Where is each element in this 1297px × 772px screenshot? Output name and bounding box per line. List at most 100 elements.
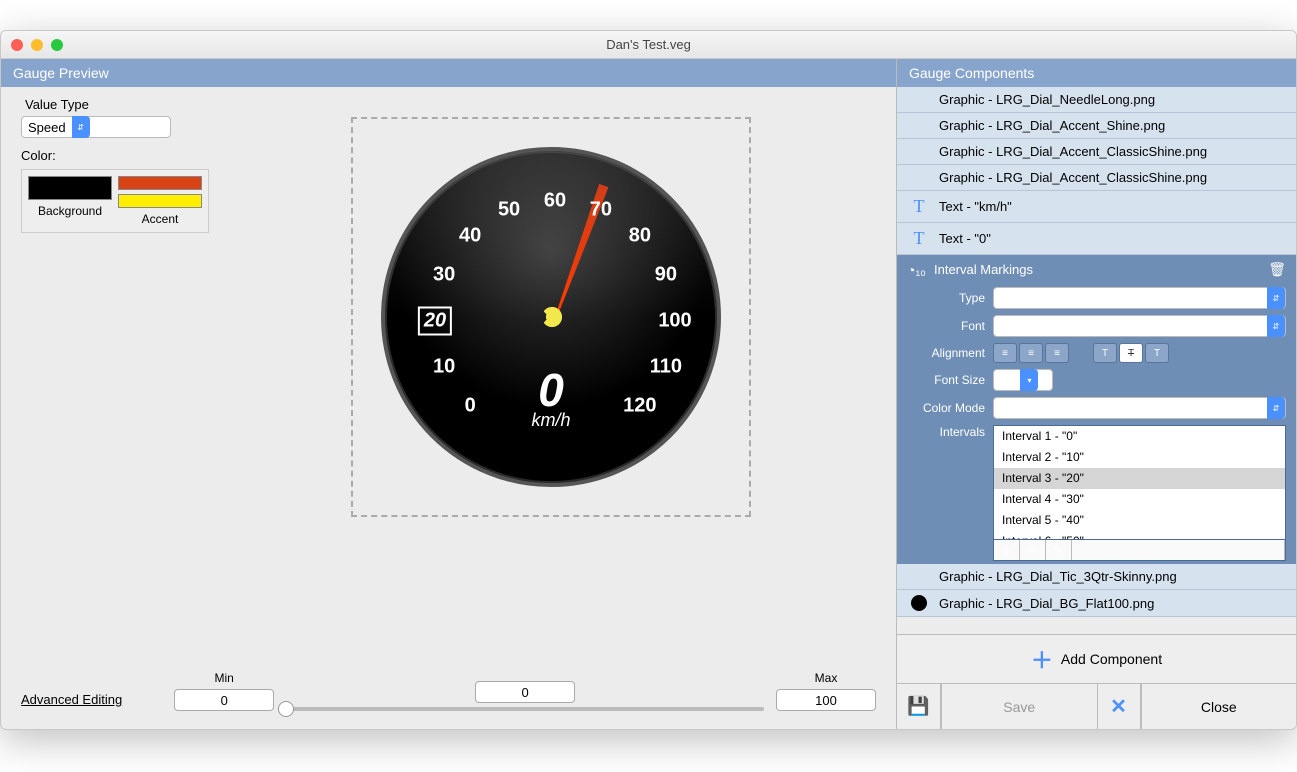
color-mode-select[interactable]: Auto-Foreground⇵ — [993, 397, 1286, 419]
component-label: Graphic - LRG_Dial_Tic_3Qtr-Skinny.png — [939, 569, 1177, 584]
close-button[interactable]: Close — [1141, 684, 1297, 729]
component-label: Graphic - LRG_Dial_Accent_Shine.png — [939, 118, 1165, 133]
components-header: Gauge Components — [897, 59, 1296, 87]
max-input[interactable] — [776, 689, 876, 711]
graphic-icon — [911, 595, 927, 611]
gauge-tick-label: 10 — [433, 355, 455, 378]
font-label: Font — [907, 319, 985, 333]
component-row[interactable]: Graphic - LRG_Dial_Accent_Shine.png — [897, 113, 1296, 139]
remove-interval-button[interactable]: － — [1020, 540, 1046, 560]
text-icon: T — [914, 228, 925, 249]
align-top-button[interactable]: T — [1093, 343, 1117, 363]
component-row[interactable]: Graphic - LRG_Dial_BG_Flat100.png — [897, 590, 1296, 617]
component-row[interactable]: T Text - "0" — [897, 223, 1296, 255]
chevron-updown-icon: ⇵ — [1267, 315, 1285, 337]
gauge-tick-label: 30 — [433, 264, 455, 287]
gauge-unit: km/h — [531, 410, 570, 431]
gauge-needle — [551, 184, 608, 319]
interval-item[interactable]: Interval 1 - "0" — [994, 426, 1285, 447]
accent1-color-swatch[interactable] — [118, 176, 202, 190]
align-middle-button[interactable]: T — [1119, 343, 1143, 363]
align-center-button[interactable]: ≡ — [1019, 343, 1043, 363]
value-type-label: Value Type — [25, 97, 876, 112]
component-row[interactable]: TText - "km/h" — [897, 191, 1296, 223]
gauge-tick-label: 60 — [544, 190, 566, 213]
gauge-tick-label: 20 — [418, 307, 452, 336]
components-pane: Gauge Components Graphic - LRG_Dial_Need… — [896, 59, 1296, 729]
text-icon: T — [914, 196, 925, 217]
component-row[interactable]: Graphic - LRG_Dial_Accent_ClassicShine.p… — [897, 139, 1296, 165]
close-icon-button[interactable]: ✕ — [1097, 684, 1141, 729]
disk-icon: 💾 — [907, 696, 929, 717]
current-value-input[interactable] — [475, 681, 575, 703]
color-mode-label: Color Mode — [907, 401, 985, 415]
value-slider[interactable] — [286, 681, 764, 711]
component-label: Graphic - LRG_Dial_NeedleLong.png — [939, 92, 1155, 107]
advanced-editing-link[interactable]: Advanced Editing — [21, 692, 122, 707]
gauge: 0 km/h 0102030405060708090100110120 — [381, 147, 721, 487]
type-select[interactable]: Use Gauge Settings⇵ — [993, 287, 1286, 309]
chevron-updown-icon: ⇵ — [72, 116, 90, 138]
min-input[interactable] — [174, 689, 274, 711]
background-color-swatch[interactable] — [28, 176, 112, 200]
save-icon-button[interactable]: 💾 — [897, 684, 941, 729]
gauge-tick-label: 110 — [650, 355, 682, 378]
font-select[interactable]: Arial⇵ — [993, 315, 1286, 337]
add-component-button[interactable]: ＋ Add Component — [897, 634, 1296, 683]
gauge-tick-label: 90 — [655, 264, 677, 287]
interval-item[interactable]: Interval 3 - "20" — [994, 468, 1285, 489]
add-interval-button[interactable]: ＋ — [994, 540, 1020, 560]
component-row[interactable]: Graphic - LRG_Dial_Tic_3Qtr-Skinny.png — [897, 564, 1296, 590]
value-type-selected: Speed — [22, 120, 72, 135]
chevron-updown-icon: ⇵ — [1267, 287, 1285, 309]
interval-item[interactable]: Interval 2 - "10" — [994, 447, 1285, 468]
gauge-tick-label: 120 — [623, 394, 656, 417]
slider-track[interactable] — [286, 707, 764, 711]
intervals-list[interactable]: Interval 1 - "0"Interval 2 - "10"Interva… — [993, 425, 1286, 540]
gauge-tick-label: 0 — [465, 394, 476, 417]
gauge-canvas: 0 km/h 0102030405060708090100110120 — [351, 117, 751, 517]
preview-pane: Gauge Preview Value Type Speed ⇵ Color: … — [1, 59, 896, 729]
font-size-label: Font Size — [907, 373, 985, 387]
align-right-button[interactable]: ≡ — [1045, 343, 1069, 363]
accent-color-label: Accent — [142, 212, 179, 226]
interval-markings-panel: ◔₁₀ Interval Markings 🗑 Type Use Gauge S… — [897, 255, 1296, 564]
text-component-list: TText - "km/h"TText - "0" — [897, 191, 1296, 255]
component-list-top: Graphic - LRG_Dial_NeedleLong.png Graphic… — [897, 87, 1296, 191]
app-window: Dan's Test.veg Gauge Preview Value Type … — [0, 30, 1297, 730]
interval-item[interactable]: Interval 5 - "40" — [994, 510, 1285, 531]
gauge-tick-label: 50 — [498, 199, 520, 222]
component-label: Text - "0" — [939, 231, 991, 246]
value-type-select[interactable]: Speed ⇵ — [21, 116, 171, 138]
align-left-button[interactable]: ≡ — [993, 343, 1017, 363]
type-label: Type — [907, 291, 985, 305]
font-size-select[interactable]: 20▾ — [993, 369, 1053, 391]
component-label: Graphic - LRG_Dial_BG_Flat100.png — [939, 596, 1154, 611]
add-component-label: Add Component — [1061, 651, 1162, 667]
accent2-color-swatch[interactable] — [118, 194, 202, 208]
background-color-label: Background — [38, 204, 102, 218]
close-icon: ✕ — [1110, 694, 1127, 719]
trash-icon[interactable]: 🗑 — [1268, 261, 1286, 278]
chevron-down-icon: ▾ — [1020, 369, 1038, 391]
preview-header: Gauge Preview — [1, 59, 896, 87]
max-label: Max — [815, 671, 838, 685]
component-list-bottom: Graphic - LRG_Dial_Tic_3Qtr-Skinny.png Gr… — [897, 564, 1296, 617]
gauge-tick-label: 40 — [459, 225, 481, 248]
interval-toolbar-spacer — [1072, 540, 1285, 560]
slider-thumb[interactable] — [278, 701, 294, 717]
titlebar: Dan's Test.veg — [1, 31, 1296, 59]
v-align-buttons: T T T — [1093, 343, 1169, 363]
align-bottom-button[interactable]: T — [1145, 343, 1169, 363]
component-row[interactable]: Graphic - LRG_Dial_Accent_ClassicShine.p… — [897, 165, 1296, 191]
component-row[interactable]: Graphic - LRG_Dial_NeedleLong.png — [897, 87, 1296, 113]
edit-interval-button[interactable]: ✎ — [1046, 540, 1072, 560]
gauge-tick-label: 80 — [629, 225, 651, 248]
window-title: Dan's Test.veg — [1, 37, 1296, 52]
gauge-tick-label: 100 — [658, 310, 691, 333]
alignment-label: Alignment — [907, 346, 985, 360]
interval-item[interactable]: Interval 4 - "30" — [994, 489, 1285, 510]
save-button[interactable]: Save — [941, 684, 1097, 729]
save-label: Save — [1003, 699, 1035, 715]
interval-item[interactable]: Interval 6 - "50" — [994, 531, 1285, 540]
